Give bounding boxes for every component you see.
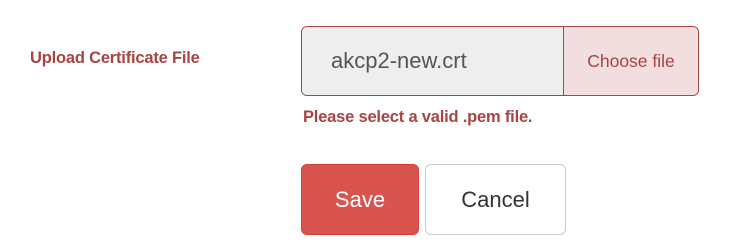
certificate-file-input[interactable]: akcp2-new.crt Choose file xyxy=(301,26,699,96)
save-button[interactable]: Save xyxy=(301,164,419,235)
upload-certificate-form: Upload Certificate File akcp2-new.crt Ch… xyxy=(0,0,739,249)
certificate-file-label: Upload Certificate File xyxy=(30,49,200,67)
selected-file-name[interactable]: akcp2-new.crt xyxy=(302,27,563,95)
validation-error-message: Please select a valid .pem file. xyxy=(303,108,533,126)
cancel-button[interactable]: Cancel xyxy=(425,164,566,235)
choose-file-button[interactable]: Choose file xyxy=(563,27,698,95)
